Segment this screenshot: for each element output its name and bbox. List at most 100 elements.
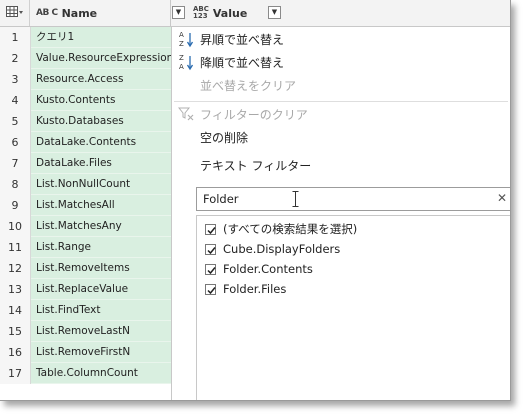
menu-item-clear-sort[interactable]: 並べ替えをクリア	[172, 74, 510, 96]
menu-item-remove-empty[interactable]: 空の削除	[172, 126, 510, 148]
table-row[interactable]: 4 Kusto.Contents	[0, 90, 171, 111]
name-cell[interactable]: List.NonNullCount	[31, 174, 171, 195]
row-number: 11	[0, 237, 31, 258]
table-menu-button[interactable]	[0, 0, 30, 26]
row-number: 12	[0, 258, 31, 279]
table-row[interactable]: 2 Value.ResourceExpression	[0, 48, 171, 69]
any-type-icon[interactable]: ABC 123	[193, 6, 209, 20]
filter-values-list: (すべての検索結果を選択) Cube.DisplayFolders Folder…	[196, 215, 510, 400]
table-row[interactable]: 11 List.Range	[0, 237, 171, 258]
chevron-down-icon: ▼	[271, 8, 278, 16]
menu-item-sort-ascending[interactable]: A Z 昇順で並べ替え	[172, 28, 510, 50]
table-row[interactable]: 17 Table.ColumnCount	[0, 363, 171, 384]
name-cell[interactable]: クエリ1	[31, 27, 171, 48]
clear-search-icon[interactable]: ✕	[497, 191, 507, 205]
filter-option-label: (すべての検索結果を選択)	[223, 222, 358, 236]
filter-option-select-all[interactable]: (すべての検索結果を選択)	[205, 219, 357, 239]
svg-text:Z: Z	[179, 54, 184, 62]
row-number: 9	[0, 195, 31, 216]
search-input-value[interactable]: Folder	[203, 192, 239, 206]
table-row[interactable]: 9 List.MatchesAll	[0, 195, 171, 216]
filter-option-cube-displayfolders[interactable]: Cube.DisplayFolders	[205, 239, 340, 259]
table-row[interactable]: 13 List.ReplaceValue	[0, 279, 171, 300]
name-cell[interactable]: Table.ColumnCount	[31, 363, 171, 384]
row-number: 1	[0, 27, 31, 48]
row-number: 15	[0, 321, 31, 342]
table-row[interactable]: 5 Kusto.Databases	[0, 111, 171, 132]
name-cell[interactable]: Kusto.Contents	[31, 90, 171, 111]
name-cell[interactable]: List.Range	[31, 237, 171, 258]
menu-item-text-filters[interactable]: テキスト フィルター	[172, 154, 510, 176]
menu-item-label: 降順で並べ替え	[200, 55, 285, 70]
name-cell[interactable]: DataLake.Contents	[31, 132, 171, 153]
table-row[interactable]: 3 Resource.Access	[0, 69, 171, 90]
name-cell[interactable]: Value.ResourceExpression	[31, 48, 171, 69]
menu-item-label: 並べ替えをクリア	[200, 78, 297, 93]
name-cell[interactable]: List.RemoveItems	[31, 258, 171, 279]
row-number: 6	[0, 132, 31, 153]
row-number: 14	[0, 300, 31, 321]
name-cell[interactable]: Resource.Access	[31, 69, 171, 90]
text-cursor-icon	[292, 191, 299, 207]
menu-item-label: 昇順で並べ替え	[200, 32, 285, 47]
menu-separator	[174, 101, 508, 102]
filter-dropdown-menu: A Z 昇順で並べ替え Z A 降順で並べ替え 並べ替えをクリア フィルターのク…	[172, 27, 510, 400]
column-header-row: AB C Name ▼ ABC 123 Value ▼	[0, 0, 510, 27]
sort-descending-icon: Z A	[172, 53, 200, 71]
svg-text:A: A	[179, 63, 184, 71]
menu-item-sort-descending[interactable]: Z A 降順で並べ替え	[172, 51, 510, 73]
menu-item-clear-filter[interactable]: フィルターのクリア	[172, 103, 510, 125]
query-editor-frame: AB C Name ▼ ABC 123 Value ▼ 1 クエリ1 2 Value…	[0, 0, 511, 401]
value-column-label: Value	[212, 6, 248, 20]
filter-search-input[interactable]: Folder ✕	[196, 187, 510, 211]
menu-item-label: フィルターのクリア	[200, 107, 308, 122]
table-row[interactable]: 16 List.RemoveFirstN	[0, 342, 171, 363]
value-column-header[interactable]: ABC 123 Value	[171, 0, 510, 26]
name-cell[interactable]: Kusto.Databases	[31, 111, 171, 132]
row-number: 13	[0, 279, 31, 300]
text-type-icon[interactable]: AB C	[36, 8, 58, 18]
svg-text:Z: Z	[179, 40, 184, 48]
table-row[interactable]: 15 List.RemoveLastN	[0, 321, 171, 342]
checkbox-checked-icon[interactable]	[205, 283, 216, 295]
filter-option-label: Cube.DisplayFolders	[223, 242, 341, 256]
table-row[interactable]: 14 List.FindText	[0, 300, 171, 321]
name-cell[interactable]: List.FindText	[31, 300, 171, 321]
row-number: 16	[0, 342, 31, 363]
table-row[interactable]: 1 クエリ1	[0, 27, 171, 48]
filter-option-label: Folder.Contents	[223, 262, 313, 276]
filter-option-label: Folder.Files	[223, 282, 287, 296]
row-number: 10	[0, 216, 31, 237]
name-cell[interactable]: List.MatchesAll	[31, 195, 171, 216]
name-column-header[interactable]: AB C Name	[30, 0, 171, 26]
row-number: 4	[0, 90, 31, 111]
svg-text:A: A	[179, 31, 184, 39]
table-row[interactable]: 10 List.MatchesAny	[0, 216, 171, 237]
name-cell[interactable]: List.RemoveLastN	[31, 321, 171, 342]
menu-item-label: 空の削除	[200, 130, 249, 145]
row-number: 5	[0, 111, 31, 132]
table-row[interactable]: 12 List.RemoveItems	[0, 258, 171, 279]
name-cell[interactable]: List.RemoveFirstN	[31, 342, 171, 363]
name-column-label: Name	[61, 6, 98, 20]
row-number: 17	[0, 363, 31, 384]
table-row[interactable]: 8 List.NonNullCount	[0, 174, 171, 195]
row-number: 8	[0, 174, 31, 195]
row-number: 7	[0, 153, 31, 174]
name-cell[interactable]: List.ReplaceValue	[31, 279, 171, 300]
table-row[interactable]: 7 DataLake.Files	[0, 153, 171, 174]
row-number: 3	[0, 69, 31, 90]
menu-item-label: テキスト フィルター	[200, 158, 312, 173]
name-cell[interactable]: List.MatchesAny	[31, 216, 171, 237]
filter-clear-icon	[172, 106, 200, 122]
filter-option-folder-files[interactable]: Folder.Files	[205, 279, 286, 299]
value-column-filter-button[interactable]: ▼	[268, 6, 281, 19]
checkbox-checked-icon[interactable]	[205, 223, 216, 235]
filter-option-folder-contents[interactable]: Folder.Contents	[205, 259, 313, 279]
checkbox-checked-icon[interactable]	[205, 263, 216, 275]
sort-ascending-icon: A Z	[172, 30, 200, 48]
table-row[interactable]: 6 DataLake.Contents	[0, 132, 171, 153]
row-number: 2	[0, 48, 31, 69]
checkbox-checked-icon[interactable]	[205, 243, 216, 255]
name-cell[interactable]: DataLake.Files	[31, 153, 171, 174]
